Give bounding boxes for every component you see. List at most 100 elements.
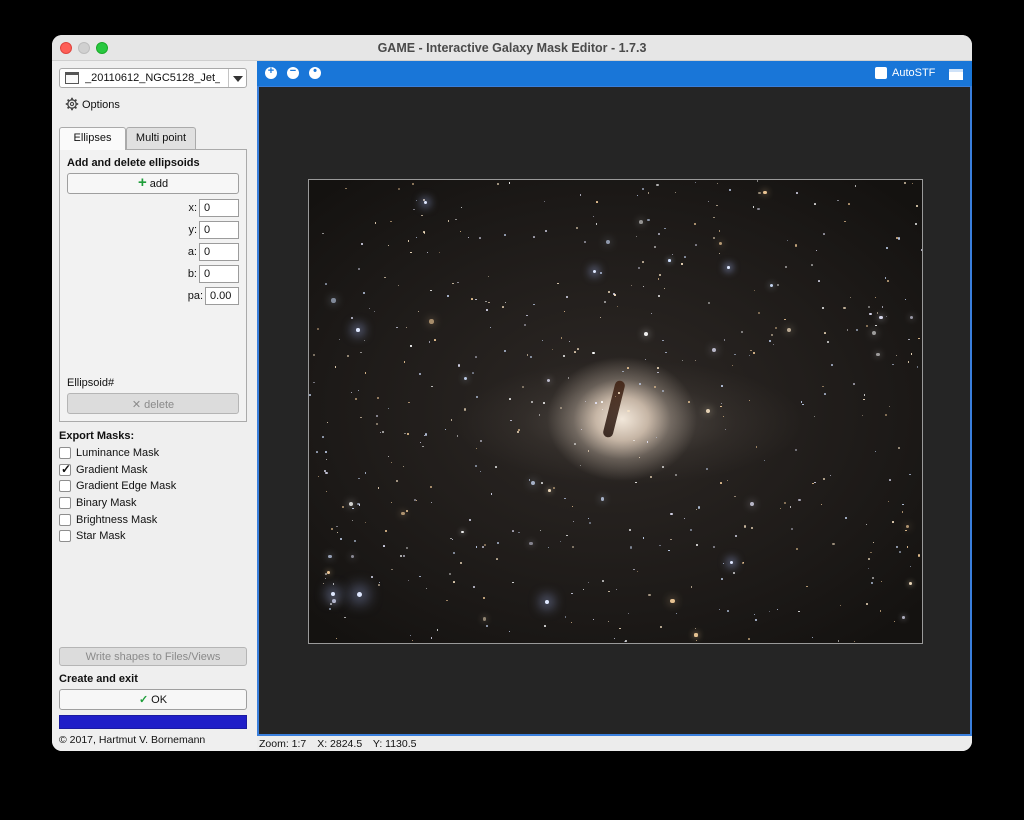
star — [731, 364, 733, 366]
chevron-down-icon[interactable] — [228, 69, 246, 87]
star — [707, 301, 710, 304]
star — [823, 332, 826, 334]
star — [478, 237, 481, 240]
star — [866, 524, 868, 526]
tab-multi-point[interactable]: Multi point — [126, 127, 196, 149]
tab-ellipses[interactable]: Ellipses — [59, 127, 126, 150]
zoom-in-icon[interactable]: + — [265, 65, 277, 79]
b-field[interactable]: 0 — [199, 265, 239, 283]
x-field[interactable]: 0 — [199, 199, 239, 217]
star — [920, 248, 922, 251]
star — [469, 519, 472, 522]
star — [670, 538, 672, 541]
star — [849, 297, 851, 299]
checkbox-box[interactable] — [59, 530, 71, 542]
star — [571, 592, 573, 595]
star — [403, 361, 406, 363]
checkbox-box[interactable] — [875, 67, 887, 79]
y-field[interactable]: 0 — [199, 221, 239, 239]
star — [424, 433, 427, 436]
star — [403, 555, 405, 557]
star — [769, 340, 772, 343]
star — [866, 603, 869, 606]
star — [563, 311, 565, 313]
zoom-out-icon[interactable]: − — [287, 65, 299, 79]
star — [648, 594, 651, 597]
star — [601, 408, 604, 410]
star — [757, 207, 760, 211]
add-button[interactable]: + add — [67, 173, 239, 194]
star — [848, 203, 851, 205]
star — [405, 510, 408, 513]
star — [358, 504, 361, 506]
star — [904, 298, 906, 300]
star — [814, 481, 816, 483]
star — [655, 436, 658, 439]
progress-fill — [60, 716, 246, 728]
star — [453, 581, 455, 583]
star — [656, 367, 659, 370]
star — [628, 612, 630, 615]
star — [325, 573, 328, 576]
star — [608, 591, 610, 593]
star — [780, 508, 782, 510]
star — [657, 233, 660, 235]
star — [458, 364, 461, 367]
star — [430, 289, 433, 292]
star — [635, 481, 637, 484]
star — [633, 569, 635, 571]
galaxy-image[interactable] — [308, 179, 923, 644]
star — [445, 429, 447, 431]
star — [744, 525, 747, 528]
star — [358, 267, 361, 270]
star — [638, 267, 641, 270]
star — [426, 251, 429, 254]
star — [636, 571, 639, 573]
star — [370, 576, 373, 579]
star — [902, 615, 905, 619]
star — [324, 577, 327, 580]
star — [429, 319, 434, 324]
star — [750, 527, 753, 530]
ok-button[interactable]: ✓ OK — [59, 689, 247, 710]
pa-field[interactable]: 0.00 — [205, 287, 239, 305]
checkbox-box[interactable] — [59, 497, 71, 509]
star — [869, 312, 872, 315]
star — [721, 384, 724, 387]
y-readout: Y: 1130.5 — [372, 738, 417, 750]
star — [452, 538, 454, 540]
star — [418, 310, 420, 312]
star — [889, 405, 891, 407]
star — [329, 607, 332, 610]
star — [752, 352, 756, 355]
star — [344, 616, 346, 619]
zoom-fit-icon[interactable]: • — [309, 65, 321, 79]
star — [326, 422, 329, 424]
star — [811, 636, 813, 638]
star — [660, 625, 663, 629]
window-icon[interactable] — [949, 69, 963, 80]
checkbox-box[interactable] — [59, 480, 71, 492]
star — [388, 408, 390, 410]
zoom-readout: Zoom: 1:7 — [259, 738, 307, 750]
delete-button[interactable]: ✕ delete — [67, 393, 239, 414]
star — [613, 637, 615, 639]
app-window: GAME - Interactive Galaxy Mask Editor - … — [52, 35, 972, 751]
star — [720, 578, 723, 581]
star — [845, 516, 848, 519]
checkbox-box[interactable]: ✓ — [59, 462, 71, 476]
checkbox-box[interactable] — [59, 514, 71, 526]
write-shapes-button[interactable]: Write shapes to Files/Views — [59, 647, 247, 666]
star — [543, 201, 545, 203]
gear-icon — [65, 97, 79, 111]
star — [786, 328, 791, 333]
a-field[interactable]: 0 — [199, 243, 239, 261]
star — [429, 341, 431, 343]
star — [571, 546, 574, 549]
star — [505, 301, 507, 304]
image-select[interactable]: _20110612_NGC5128_Jet_do — [59, 68, 247, 88]
checkbox-box[interactable] — [59, 447, 71, 459]
image-viewport[interactable] — [257, 86, 972, 736]
star — [584, 241, 587, 244]
star — [706, 467, 709, 470]
